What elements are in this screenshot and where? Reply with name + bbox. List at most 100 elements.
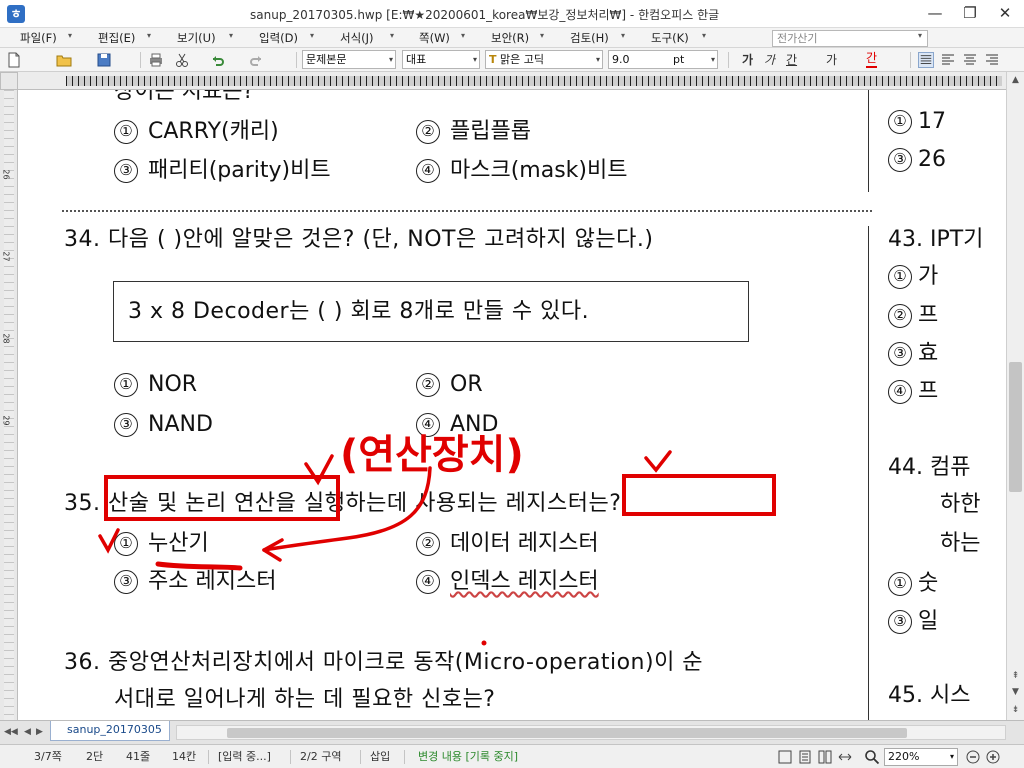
chevron-down-icon[interactable]: ▾ (702, 31, 706, 40)
open-folder-icon[interactable] (56, 52, 72, 68)
option-number: ③ (888, 342, 912, 366)
chevron-down-icon[interactable]: ▾ (621, 31, 625, 40)
menu-view[interactable]: 보기(U) (177, 30, 216, 46)
chevron-down-icon[interactable]: ▾ (147, 31, 151, 40)
bold-button[interactable]: 가 (742, 51, 753, 69)
menu-tools[interactable]: 도구(K) (651, 30, 689, 46)
font-select[interactable]: T 맑은 고딕 ▾ (485, 50, 603, 69)
q44-title-line2: 하한 (940, 492, 981, 517)
horizontal-ruler[interactable] (18, 72, 1006, 90)
scroll-up-icon[interactable]: ▲ (1007, 72, 1024, 88)
chevron-down-icon[interactable]: ▾ (390, 31, 394, 40)
option-text: 가 (918, 264, 939, 289)
chevron-down-icon: ▾ (595, 55, 600, 64)
vertical-ruler[interactable]: 26 27 28 29 (0, 90, 18, 720)
scroll-down-icon[interactable]: ▼ (1007, 684, 1024, 700)
chevron-down-icon[interactable]: ▾ (68, 31, 72, 40)
strikethrough-button[interactable]: 가 (826, 51, 837, 69)
option-text: 주소 레지스터 (148, 569, 277, 594)
fit-width-icon[interactable] (838, 750, 852, 764)
align-justify-icon[interactable] (918, 52, 934, 68)
chevron-down-icon[interactable]: ▾ (310, 31, 314, 40)
font-type-icon: T (489, 53, 497, 66)
print-icon[interactable] (148, 52, 164, 68)
status-insert-mode[interactable]: 삽입 (370, 749, 390, 765)
zoom-in-icon[interactable] (986, 750, 1000, 764)
cut-icon[interactable] (174, 52, 190, 68)
menu-insert[interactable]: 입력(D) (259, 30, 298, 46)
menu-review[interactable]: 검토(H) (570, 30, 609, 46)
menu-edit[interactable]: 편집(E) (98, 30, 135, 46)
option-number: ① (114, 120, 138, 144)
align-left-icon[interactable] (940, 52, 956, 68)
option-text: 패리티(parity)비트 (148, 158, 331, 183)
redo-icon[interactable] (248, 52, 264, 68)
zoom-level-value: 220% (888, 750, 920, 763)
restore-button[interactable]: ❐ (955, 2, 985, 24)
zoom-level-select[interactable]: 220% ▾ (884, 748, 958, 766)
two-page-view-icon[interactable] (818, 750, 832, 764)
document-page[interactable]: 장이는 지표는? ① CARRY(캐리) ② 플립플롭 ③ 패리티(parity)비트… (18, 90, 1006, 720)
undo-icon[interactable] (210, 52, 226, 68)
zoom-out-icon[interactable] (966, 750, 980, 764)
menu-security[interactable]: 보안(R) (491, 30, 529, 46)
menu-file[interactable]: 파일(F) (20, 30, 57, 46)
prev-tab-icon[interactable]: ◀ (24, 727, 31, 737)
align-center-icon[interactable] (962, 52, 978, 68)
language-select[interactable]: 대표 ▾ (402, 50, 480, 69)
q34-option-4: ④ AND (416, 411, 498, 439)
save-icon[interactable] (96, 52, 112, 68)
status-track-changes[interactable]: 변경 내용 [기록 중지] (418, 749, 518, 765)
toolbar-divider (728, 52, 729, 68)
q44-option-3: ③일 (888, 608, 938, 636)
q33-option-3: ③ 패리티(parity)비트 (114, 157, 331, 185)
chevron-down-icon[interactable]: ▾ (461, 31, 465, 40)
menu-page[interactable]: 쪽(W) (419, 30, 450, 46)
scroll-thumb[interactable] (1009, 362, 1022, 492)
chevron-down-icon[interactable]: ▾ (918, 31, 922, 40)
font-size-field[interactable]: 9.0 pt ▾ (608, 50, 718, 69)
normal-view-icon[interactable] (778, 750, 792, 764)
page-view-icon[interactable] (798, 750, 812, 764)
ruler-mark: 27 (1, 251, 11, 262)
italic-button[interactable]: 가 (764, 51, 775, 69)
prev-page-icon[interactable]: ⇞ (1007, 668, 1024, 684)
option-text: 효 (918, 341, 939, 366)
option-text: 누산기 (148, 531, 209, 556)
chevron-down-icon[interactable]: ▾ (229, 31, 233, 40)
minimize-button[interactable]: — (920, 2, 950, 24)
q34-option-1: ① NOR (114, 371, 197, 399)
menu-format[interactable]: 서식(J) (340, 30, 374, 46)
text-color-button[interactable]: 간 (866, 51, 878, 68)
next-tab-icon[interactable]: ▶ (36, 727, 43, 737)
align-right-icon[interactable] (984, 52, 1000, 68)
underline-button[interactable]: 간 (786, 51, 797, 69)
style-select[interactable]: 문제본문 ▾ (302, 50, 396, 69)
status-page[interactable]: 3/7쪽 (34, 749, 62, 765)
hancom-app-icon[interactable]: ㅎ (7, 5, 25, 23)
ruler-corner[interactable] (0, 72, 18, 90)
option-number: ④ (888, 380, 912, 404)
horizontal-scroll-thumb[interactable] (227, 728, 907, 738)
next-page-icon[interactable]: ⇟ (1007, 702, 1024, 718)
option-text: 프 (918, 379, 939, 404)
command-search-input[interactable]: 전가산기 (772, 30, 928, 47)
q43-option-1: ①가 (888, 263, 938, 291)
toolbar-divider (140, 52, 141, 68)
tab-document[interactable]: sanup_20170305 (50, 721, 170, 741)
zoom-icon[interactable] (864, 749, 880, 765)
q44-title: 44. 컴퓨 (888, 455, 971, 480)
ruler-mark: 28 (1, 333, 11, 344)
new-document-icon[interactable] (6, 52, 22, 68)
option-text: CARRY(캐리) (148, 119, 279, 144)
q35-option-1: ① 누산기 (114, 530, 209, 558)
chevron-down-icon[interactable]: ▾ (540, 31, 544, 40)
status-input-mode: [입력 중...] (218, 750, 271, 763)
q43-title: 43. IPT기 (888, 227, 984, 252)
option-number: ④ (416, 570, 440, 594)
horizontal-scrollbar[interactable] (176, 725, 1006, 740)
vertical-scrollbar[interactable]: ▲ ⇞ ▼ ⇟ (1006, 72, 1024, 720)
first-tab-icon[interactable]: ◀◀ (4, 727, 18, 737)
close-button[interactable]: ✕ (990, 2, 1020, 24)
option-text: 마스크(mask)비트 (450, 158, 628, 183)
